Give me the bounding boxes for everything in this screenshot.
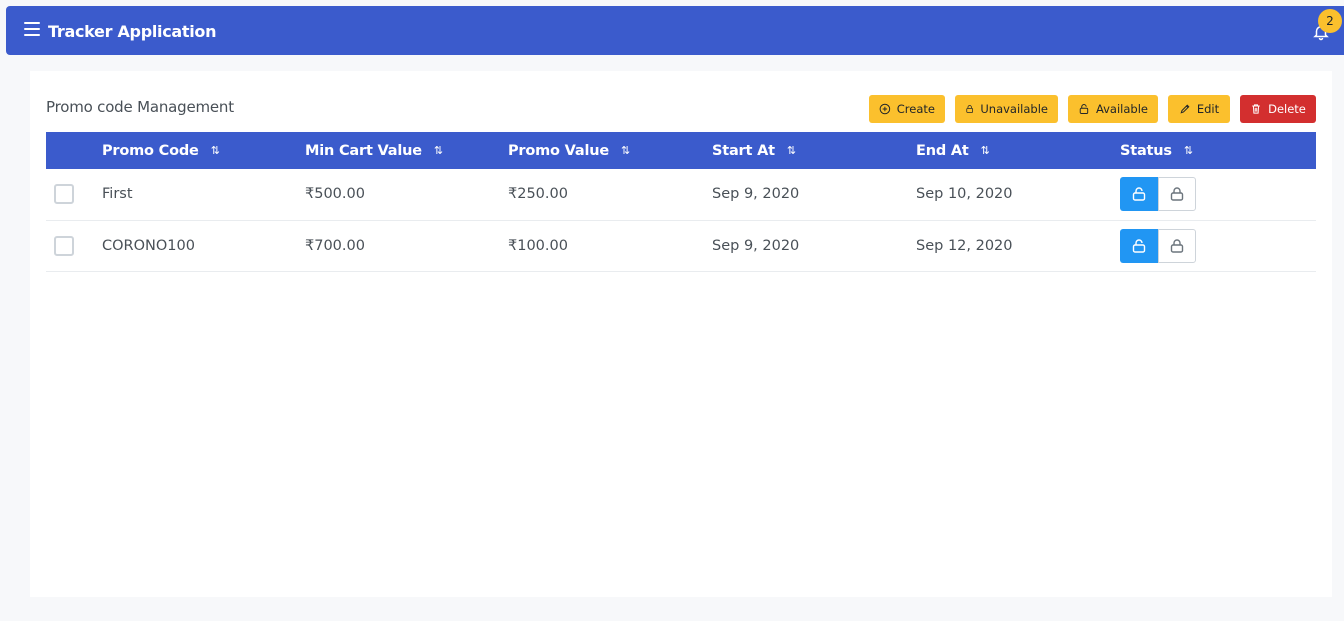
table-header-row: Promo Code ⇅ Min Cart Value ⇅ Promo Value ⇅…: [46, 132, 1316, 169]
header-status[interactable]: Status ⇅: [1120, 132, 1316, 169]
notification-badge: 2: [1318, 9, 1342, 33]
unlock-icon: [1132, 187, 1146, 201]
header-min-cart-label: Min Cart Value: [305, 142, 422, 159]
status-toggle: [1120, 177, 1316, 212]
status-unavailable-button[interactable]: [1158, 228, 1196, 263]
header-min-cart-value[interactable]: Min Cart Value ⇅: [305, 132, 508, 169]
unlock-icon: [1132, 238, 1146, 253]
header-end-at-label: End At: [916, 142, 969, 159]
sort-icon[interactable]: ⇅: [1184, 144, 1193, 157]
delete-label: Delete: [1268, 102, 1306, 116]
trash-icon: [1252, 104, 1260, 114]
cell-min-cart-value: ₹500.00: [305, 186, 365, 203]
cell-start-at: Sep 9, 2020: [712, 237, 800, 254]
sort-icon[interactable]: ⇅: [621, 144, 630, 157]
lock-icon: [1170, 187, 1184, 201]
header-promo-code-label: Promo Code: [102, 142, 199, 159]
toolbar: Create Unavailable Available Edit Delete: [869, 95, 1316, 123]
cell-promo-value: ₹100.00: [508, 237, 568, 254]
sort-icon[interactable]: ⇅: [434, 144, 443, 157]
top-bar: Tracker Application: [6, 6, 1344, 55]
cell-start-at: Sep 9, 2020: [712, 186, 800, 203]
edit-button[interactable]: Edit: [1168, 95, 1230, 123]
lock-icon: [966, 105, 973, 113]
header-start-at-label: Start At: [712, 142, 775, 159]
status-unavailable-button[interactable]: [1158, 177, 1196, 212]
pencil-icon: [1180, 104, 1190, 114]
header-promo-value[interactable]: Promo Value ⇅: [508, 132, 712, 169]
cell-promo-value: ₹250.00: [508, 186, 568, 203]
create-button[interactable]: Create: [869, 95, 945, 123]
unavailable-button[interactable]: Unavailable: [955, 95, 1058, 123]
available-label: Available: [1095, 102, 1148, 116]
cell-promo-code: CORONO100: [102, 237, 195, 254]
header-status-label: Status: [1120, 142, 1172, 159]
status-toggle: [1120, 228, 1316, 263]
status-available-button[interactable]: [1120, 228, 1158, 263]
status-available-button[interactable]: [1120, 177, 1158, 212]
table-row[interactable]: First ₹500.00 ₹250.00 Sep 9, 2020 Sep 10…: [46, 169, 1316, 220]
edit-label: Edit: [1196, 102, 1220, 116]
row-checkbox[interactable]: [54, 184, 74, 205]
row-checkbox[interactable]: [54, 235, 74, 256]
unavailable-label: Unavailable: [980, 102, 1048, 116]
page-title: Promo code Management: [46, 98, 234, 116]
sort-icon[interactable]: ⇅: [787, 144, 796, 157]
sort-icon[interactable]: ⇅: [211, 144, 220, 157]
header-promo-value-label: Promo Value: [508, 142, 609, 159]
cell-end-at: Sep 12, 2020: [916, 237, 1013, 254]
available-button[interactable]: Available: [1068, 95, 1158, 123]
header-select: [46, 132, 102, 169]
table-row[interactable]: CORONO100 ₹700.00 ₹100.00 Sep 9, 2020 Se…: [46, 220, 1316, 271]
sort-icon[interactable]: ⇅: [981, 144, 990, 157]
header-end-at[interactable]: End At ⇅: [916, 132, 1120, 169]
plus-circle-icon: [879, 103, 891, 115]
promo-table: Promo Code ⇅ Min Cart Value ⇅ Promo Value ⇅…: [46, 132, 1316, 272]
delete-button[interactable]: Delete: [1240, 95, 1316, 123]
unlock-icon: [1079, 104, 1089, 114]
menu-icon[interactable]: [24, 22, 40, 36]
cell-min-cart-value: ₹700.00: [305, 237, 365, 254]
header-start-at[interactable]: Start At ⇅: [712, 132, 916, 169]
create-label: Create: [896, 102, 935, 116]
cell-end-at: Sep 10, 2020: [916, 186, 1013, 203]
main-card: Promo code Management Create Unavailable…: [30, 71, 1332, 597]
header-promo-code[interactable]: Promo Code ⇅: [102, 132, 305, 169]
app-title: Tracker Application: [48, 22, 217, 41]
lock-icon: [1170, 238, 1184, 253]
cell-promo-code: First: [102, 186, 133, 203]
